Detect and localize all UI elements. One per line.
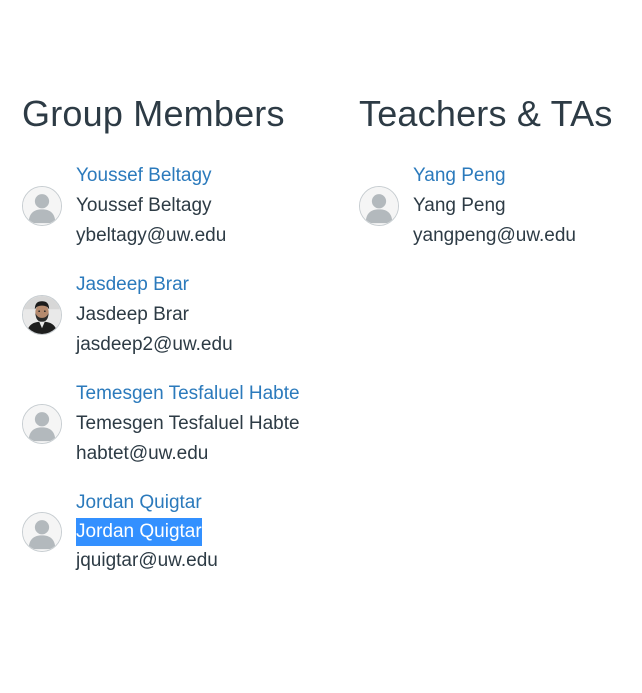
- default-avatar-icon[interactable]: [22, 186, 62, 226]
- list-item: Jasdeep Brar Jasdeep Brar jasdeep2@uw.ed…: [22, 270, 342, 360]
- default-avatar-icon[interactable]: [22, 512, 62, 552]
- person-email: yangpeng@uw.edu: [413, 225, 576, 246]
- person-info: Jordan Quigtar Jordan Quigtar jquigtar@u…: [76, 488, 218, 576]
- person-link[interactable]: Youssef Beltagy: [76, 161, 226, 191]
- list-item: Youssef Beltagy Youssef Beltagy ybeltagy…: [22, 161, 342, 251]
- group-members-section: Group Members Youssef Beltagy Youssef Be…: [22, 92, 342, 595]
- teachers-heading: Teachers & TAs: [359, 93, 613, 134]
- person-info: Youssef Beltagy Youssef Beltagy ybeltagy…: [76, 161, 226, 251]
- person-info: Jasdeep Brar Jasdeep Brar jasdeep2@uw.ed…: [76, 270, 233, 360]
- person-link[interactable]: Yang Peng: [413, 161, 576, 191]
- person-link[interactable]: Jasdeep Brar: [76, 270, 233, 300]
- person-name: Temesgen Tesfaluel Habte: [76, 413, 300, 434]
- person-name: Jasdeep Brar: [76, 304, 190, 325]
- person-name: Yang Peng: [413, 195, 506, 216]
- list-item: Temesgen Tesfaluel Habte Temesgen Tesfal…: [22, 379, 342, 469]
- profile-photo-avatar[interactable]: [22, 295, 62, 335]
- person-info: Temesgen Tesfaluel Habte Temesgen Tesfal…: [76, 379, 300, 469]
- list-item: Yang Peng Yang Peng yangpeng@uw.edu: [359, 161, 629, 251]
- person-email: jasdeep2@uw.edu: [76, 334, 233, 355]
- teachers-list: Yang Peng Yang Peng yangpeng@uw.edu: [359, 161, 629, 251]
- group-members-heading: Group Members: [22, 93, 285, 134]
- person-email: habtet@uw.edu: [76, 443, 209, 464]
- person-link[interactable]: Temesgen Tesfaluel Habte: [76, 379, 300, 409]
- list-item: Jordan Quigtar Jordan Quigtar jquigtar@u…: [22, 488, 342, 576]
- person-name-selected: Jordan Quigtar: [76, 518, 202, 546]
- group-members-list: Youssef Beltagy Youssef Beltagy ybeltagy…: [22, 161, 342, 576]
- default-avatar-icon[interactable]: [359, 186, 399, 226]
- default-avatar-icon[interactable]: [22, 404, 62, 444]
- teachers-section: Teachers & TAs Yang Peng Yang Peng yangp…: [359, 92, 629, 270]
- person-name: Youssef Beltagy: [76, 195, 212, 216]
- person-email: ybeltagy@uw.edu: [76, 225, 227, 246]
- person-info: Yang Peng Yang Peng yangpeng@uw.edu: [413, 161, 576, 251]
- person-link[interactable]: Jordan Quigtar: [76, 488, 218, 518]
- person-email: jquigtar@uw.edu: [76, 550, 218, 571]
